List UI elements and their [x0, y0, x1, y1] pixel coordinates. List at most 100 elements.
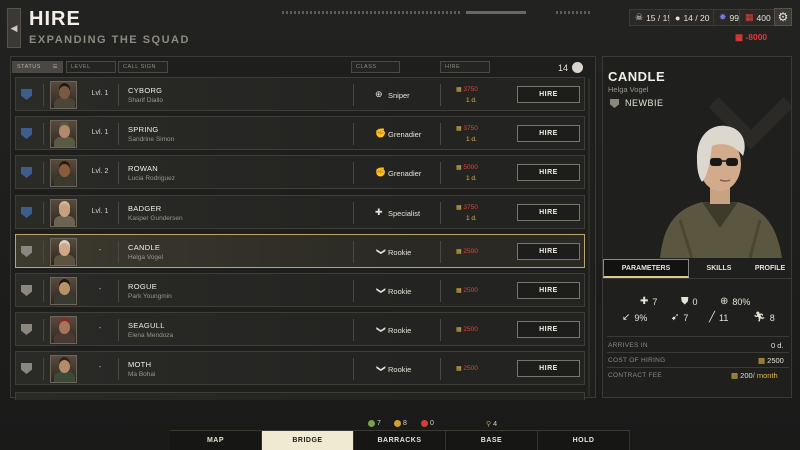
- divider: [440, 358, 441, 380]
- recruit-name: Elena Mendoza: [128, 332, 174, 339]
- hire-button[interactable]: HIRE: [517, 125, 580, 142]
- recruit-name: Sandrine Simon: [128, 136, 175, 143]
- detail-tabs: PARAMETERS SKILLS PROFILE: [603, 259, 791, 279]
- divider: [440, 319, 441, 341]
- recruit-level: Lvl. 2: [91, 168, 109, 175]
- nav-base[interactable]: BASE: [446, 431, 538, 450]
- recruit-class: Specialist: [388, 209, 421, 218]
- divider: [353, 358, 354, 380]
- class-filter[interactable]: CLASS: [351, 61, 400, 73]
- back-button[interactable]: ◀: [7, 8, 21, 48]
- hire-button[interactable]: HIRE: [517, 321, 580, 338]
- table-row[interactable]: - CANDLE Helga Vogel ❯ Rookie ▦ 2500 HIRE: [15, 234, 585, 268]
- nav-map[interactable]: MAP: [170, 431, 262, 450]
- divider: [353, 280, 354, 302]
- tab-skills[interactable]: SKILLS: [689, 259, 749, 278]
- resource-chip: 7: [368, 420, 381, 427]
- tab-parameters[interactable]: PARAMETERS: [603, 259, 689, 278]
- arrival-days: 1 d.: [466, 97, 477, 104]
- settings-button[interactable]: ⚙: [774, 8, 792, 26]
- gear-icon: ⚙: [777, 10, 789, 24]
- chevron-down-icon: ❯: [376, 286, 387, 295]
- recruit-callsign: CANDLE: [128, 243, 161, 252]
- chip-value: 8: [403, 420, 407, 427]
- table-row[interactable]: - ROGUE Park Youngmin ❯ Rookie ▦ 2500 HIRE: [15, 273, 585, 307]
- avatar: [50, 120, 77, 148]
- avatar-head: [59, 125, 70, 138]
- scrollbar[interactable]: [588, 78, 590, 396]
- table-row[interactable]: Lvl. 1 BADGER Kasper Gundersen ✚ Specialist ▦…: [15, 195, 585, 229]
- speed-icon: ➹: [671, 312, 680, 323]
- hire-cost-value: 2500: [463, 248, 478, 255]
- divider: [118, 280, 119, 302]
- resource-chip: 0: [421, 420, 434, 427]
- divider: [353, 319, 354, 341]
- hire-cost-value: 2500: [463, 287, 478, 294]
- divider: [43, 358, 44, 380]
- avatar-body: [54, 98, 75, 108]
- hire-button[interactable]: HIRE: [517, 282, 580, 299]
- divider: [43, 280, 44, 302]
- green-resource-icon: [368, 420, 375, 427]
- personnel-value: 14 / 20: [683, 12, 710, 23]
- avatar-head: [59, 204, 70, 217]
- avatar-body: [54, 216, 75, 226]
- status-filter[interactable]: STATUS ☰: [12, 61, 63, 73]
- recruit-callsign: BADGER: [128, 204, 162, 213]
- hire-cost-value: 5000: [463, 164, 478, 171]
- recruit-name: Lucia Rodriguez: [128, 175, 175, 182]
- fee-unit: / month: [752, 371, 778, 380]
- chevron-down-icon: ❯: [376, 325, 387, 334]
- avatar-body: [54, 255, 75, 265]
- table-row[interactable]: - SEAGULL Elena Mendoza ❯ Rookie ▦ 2500 HIRE: [15, 312, 585, 346]
- cross-icon: ✚: [375, 207, 383, 217]
- divider: [440, 241, 441, 263]
- divider: [353, 162, 354, 184]
- running-icon: 🏃︎: [753, 312, 766, 323]
- table-row[interactable]: Lvl. 1 SPRING Sandrine Simon ✊ Grenadier ▦ 37…: [15, 116, 585, 150]
- level-filter-label: LEVEL: [71, 64, 91, 70]
- table-row[interactable]: Lvl. 2 ROWAN Lucia Rodriguez ✊ Grenadier ▦ 50…: [15, 155, 585, 189]
- recruit-callsign: SPRING: [128, 125, 159, 134]
- hire-button[interactable]: HIRE: [517, 360, 580, 377]
- skull-icon: ☠: [635, 12, 644, 22]
- level-filter[interactable]: LEVEL: [66, 61, 116, 73]
- page-subtitle: EXPANDING THE SQUAD: [29, 34, 190, 46]
- recruit-name: Park Youngmin: [128, 293, 172, 300]
- callsign-filter[interactable]: CALL SIGN: [118, 61, 168, 73]
- arrives-label: ARRIVES IN: [608, 342, 648, 349]
- recruit-class: Sniper: [388, 91, 410, 100]
- divider: [353, 123, 354, 145]
- divider: [118, 319, 119, 341]
- hire-filter[interactable]: HIRE: [440, 61, 490, 73]
- hire-cost: ▦ 3750: [456, 204, 478, 211]
- divider: [440, 280, 441, 302]
- nav-hold[interactable]: HOLD: [538, 431, 630, 450]
- status-filter-label: STATUS: [17, 64, 41, 70]
- armor-icon: ⛊: [681, 296, 689, 307]
- nav-bridge[interactable]: BRIDGE: [262, 431, 354, 450]
- hire-button[interactable]: HIRE: [517, 243, 580, 260]
- fee-label: CONTRACT FEE: [608, 372, 663, 379]
- recruit-callsign: ROGUE: [128, 282, 158, 291]
- red-resource-icon: [421, 420, 428, 427]
- money-icon: ▦: [731, 371, 741, 380]
- hire-button[interactable]: HIRE: [517, 204, 580, 221]
- tab-profile[interactable]: PROFILE: [749, 259, 791, 278]
- recruit-name: Ma Bohai: [128, 371, 156, 378]
- stat-melee-value: 11: [719, 312, 729, 323]
- hire-button[interactable]: HIRE: [517, 164, 580, 181]
- sort-icon: ☰: [52, 64, 58, 70]
- divider: [440, 84, 441, 106]
- table-row[interactable]: - MOTH Ma Bohai ❯ Rookie ▦ 2500 HIRE: [15, 351, 585, 385]
- hire-button[interactable]: HIRE: [517, 86, 580, 103]
- rank-badge-icon: [21, 246, 32, 257]
- nav-barracks[interactable]: BARRACKS: [354, 431, 446, 450]
- resource-chip: 8: [394, 420, 407, 427]
- recruit-name: Kasper Gundersen: [128, 215, 183, 222]
- table-row[interactable]: Lvl. 1 CYBORG Sharif Diallo ⊕ Sniper ▦ 3750 1 …: [15, 77, 585, 111]
- recruit-portrait: [660, 125, 782, 258]
- hire-cost-value: 3750: [463, 86, 478, 93]
- arrival-days: 1 d.: [466, 175, 477, 182]
- divider: [440, 202, 441, 224]
